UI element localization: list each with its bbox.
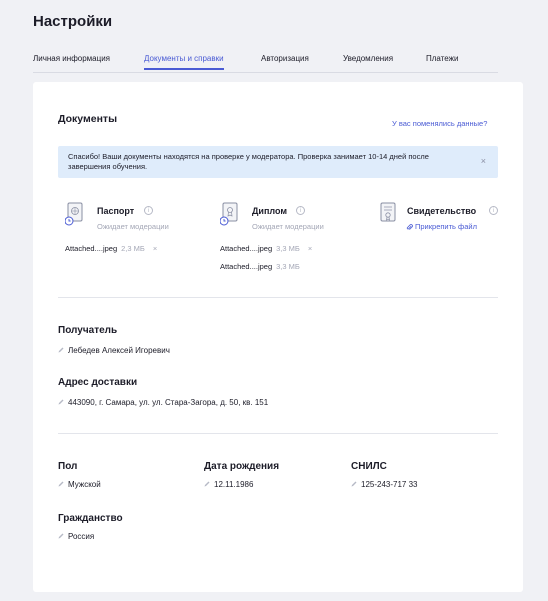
tab-notifications[interactable]: Уведомления bbox=[343, 54, 393, 63]
citizenship-value[interactable]: Россия bbox=[58, 532, 94, 541]
close-icon[interactable]: × bbox=[481, 156, 486, 166]
tab-authorization[interactable]: Авторизация bbox=[261, 54, 309, 63]
tab-personal-info[interactable]: Личная информация bbox=[33, 54, 110, 63]
passport-icon bbox=[65, 202, 83, 226]
citizenship-label: Гражданство bbox=[58, 513, 123, 524]
birthdate-label: Дата рождения bbox=[204, 461, 280, 472]
info-icon[interactable]: i bbox=[296, 206, 305, 215]
pencil-icon bbox=[58, 399, 64, 405]
file-size: 3,3 МБ bbox=[276, 262, 300, 271]
snils-label: СНИЛС bbox=[351, 461, 387, 472]
tab-documents[interactable]: Документы и справки bbox=[144, 54, 224, 70]
document-status: Ожидает модерации bbox=[97, 222, 169, 231]
address-label: Адрес доставки bbox=[58, 377, 138, 388]
moderation-notice: Спасибо! Ваши документы находятся на про… bbox=[58, 146, 498, 178]
tab-payments[interactable]: Платежи bbox=[426, 54, 458, 63]
attached-file: Attached....jpeg 3,3 МБ × bbox=[220, 244, 312, 253]
attached-file: Attached....jpeg 2,3 МБ × bbox=[65, 244, 157, 253]
document-status: Ожидает модерации bbox=[252, 222, 324, 231]
file-size: 2,3 МБ bbox=[121, 244, 145, 253]
birthdate-value[interactable]: 12.11.1986 bbox=[204, 480, 253, 489]
document-name: Паспорт bbox=[97, 206, 135, 216]
attach-file-link[interactable]: Прикрепить файл bbox=[415, 222, 477, 231]
certificate-icon bbox=[380, 202, 396, 222]
snils-value[interactable]: 125-243-717 33 bbox=[351, 480, 418, 489]
divider bbox=[58, 433, 498, 434]
remove-file-icon[interactable]: × bbox=[153, 244, 157, 253]
pencil-icon bbox=[58, 481, 64, 487]
diploma-icon bbox=[220, 202, 238, 226]
documents-card: Документы У вас поменялись данные? Спаси… bbox=[33, 82, 523, 592]
remove-file-icon[interactable]: × bbox=[308, 244, 312, 253]
pencil-icon bbox=[204, 481, 210, 487]
gender-label: Пол bbox=[58, 461, 78, 472]
file-name[interactable]: Attached....jpeg bbox=[220, 262, 272, 271]
gender-value[interactable]: Мужской bbox=[58, 480, 101, 489]
settings-tabs: Личная информация Документы и справки Ав… bbox=[33, 54, 498, 73]
pencil-icon bbox=[351, 481, 357, 487]
paperclip-icon bbox=[406, 224, 413, 230]
documents-title: Документы bbox=[58, 113, 118, 125]
recipient-label: Получатель bbox=[58, 325, 118, 336]
divider bbox=[58, 297, 498, 298]
pencil-icon bbox=[58, 347, 64, 353]
attached-file: Attached....jpeg 3,3 МБ bbox=[220, 262, 300, 271]
recipient-value[interactable]: Лебедев Алексей Игоревич bbox=[58, 346, 170, 355]
file-name[interactable]: Attached....jpeg bbox=[65, 244, 117, 253]
data-changed-link[interactable]: У вас поменялись данные? bbox=[392, 119, 487, 128]
document-name: Диплом bbox=[252, 206, 288, 216]
file-name[interactable]: Attached....jpeg bbox=[220, 244, 272, 253]
page-title: Настройки bbox=[33, 13, 113, 30]
address-value[interactable]: 443090, г. Самара, ул. ул. Стара-Загора,… bbox=[58, 398, 268, 407]
info-icon[interactable]: i bbox=[489, 206, 498, 215]
pencil-icon bbox=[58, 533, 64, 539]
document-name: Свидетельство bbox=[407, 206, 477, 216]
info-icon[interactable]: i bbox=[144, 206, 153, 215]
file-size: 3,3 МБ bbox=[276, 244, 300, 253]
notice-text: Спасибо! Ваши документы находятся на про… bbox=[68, 152, 429, 171]
